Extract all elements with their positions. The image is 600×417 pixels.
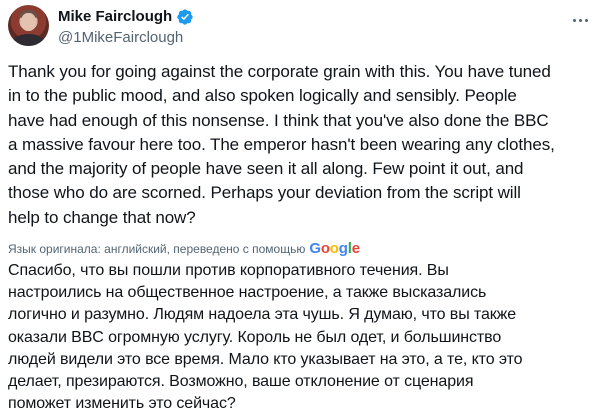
author-display-name[interactable]: Mike Fairclough (58, 7, 172, 26)
translated-text-line: людей видели это все время. Мало кто ука… (8, 350, 523, 368)
translated-text-line: делает, презираются. Возможно, ваше откл… (8, 373, 474, 391)
more-options-button[interactable] (568, 10, 592, 30)
tweet-header: Mike Fairclough @1MikeFairclough (8, 4, 592, 50)
verified-badge-icon[interactable] (176, 8, 194, 26)
translated-text-line: настроились на общественное настроение, … (8, 284, 487, 302)
tweet-text-line: and the majority of people have seen it … (8, 159, 524, 179)
avatar[interactable] (8, 5, 49, 46)
translated-tweet-text: Спасибо, что вы пошли против корпоративн… (8, 260, 598, 415)
translated-text-line: оказали BBC огромную услугу. Король не б… (8, 328, 502, 346)
author-handle[interactable]: @1MikeFairclough (58, 28, 183, 47)
avatar-face (21, 13, 36, 31)
tweet-text-line: those who do are scorned. Perhaps your d… (8, 183, 521, 203)
translation-attribution-text[interactable]: Язык оригинала: английский, переведено с… (8, 242, 305, 256)
translated-text-line: логично и разумно. Людям надоела эта чуш… (8, 306, 517, 324)
tweet-text-line: help to change that now? (8, 207, 196, 227)
author-name-row: Mike Fairclough (58, 7, 194, 26)
more-icon-dot (572, 18, 576, 22)
tweet-text-line: Thank you for going against the corporat… (8, 62, 551, 81)
translation-attribution[interactable]: Язык оригинала: английский, переведено с… (8, 239, 360, 259)
translated-text-line: поможет изменить это сейчас? (8, 395, 236, 413)
avatar-shoulders (12, 34, 45, 46)
tweet-text-line: have had enough of this nonsense. I thin… (8, 110, 549, 130)
tweet-text: Thank you for going against the corporat… (8, 60, 598, 230)
more-icon-dot (584, 18, 588, 22)
translated-text-line: Спасибо, что вы пошли против корпоративн… (8, 262, 449, 279)
google-logo-icon: Google (309, 240, 360, 257)
tweet-text-line: in to the public mood, and also spoken l… (8, 86, 517, 106)
tweet-text-line: a massive favour here too. The emperor h… (8, 134, 555, 154)
more-icon-dot (578, 18, 582, 22)
